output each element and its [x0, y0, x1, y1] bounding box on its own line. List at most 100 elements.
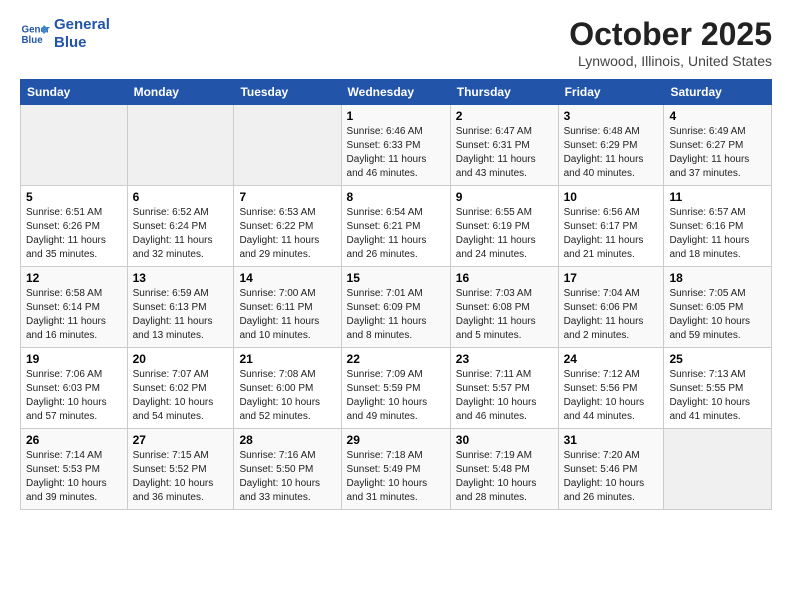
day-number: 25 [669, 352, 766, 366]
day-info: Sunrise: 7:18 AM Sunset: 5:49 PM Dayligh… [347, 449, 445, 505]
day-number: 7 [239, 190, 335, 204]
day-info: Sunrise: 6:47 AM Sunset: 6:31 PM Dayligh… [456, 125, 553, 181]
page-container: General Blue General Blue October 2025 L… [0, 0, 792, 526]
day-cell: 6 Sunrise: 6:52 AM Sunset: 6:24 PM Daylig… [127, 186, 234, 267]
day-info: Sunrise: 6:49 AM Sunset: 6:27 PM Dayligh… [669, 125, 766, 181]
day-number: 14 [239, 271, 335, 285]
day-info: Sunrise: 7:06 AM Sunset: 6:03 PM Dayligh… [26, 368, 122, 424]
day-cell [127, 105, 234, 186]
day-info: Sunrise: 6:57 AM Sunset: 6:16 PM Dayligh… [669, 206, 766, 262]
col-header-sunday: Sunday [21, 80, 128, 105]
day-cell: 25Sunrise: 7:13 AM Sunset: 5:55 PM Dayli… [664, 348, 772, 429]
day-cell: 1Sunrise: 6:46 AM Sunset: 6:33 PM Daylig… [341, 105, 450, 186]
day-info: Sunrise: 7:19 AM Sunset: 5:48 PM Dayligh… [456, 449, 553, 505]
week-row-5: 26Sunrise: 7:14 AM Sunset: 5:53 PM Dayli… [21, 429, 772, 510]
day-info: Sunrise: 6:56 AM Sunset: 6:17 PM Dayligh… [564, 206, 659, 262]
day-number: 19 [26, 352, 122, 366]
day-cell: 17 Sunrise: 7:04 AM Sunset: 6:06 PM Dayli… [558, 267, 664, 348]
day-info: Sunrise: 6:55 AM Sunset: 6:19 PM Dayligh… [456, 206, 553, 262]
day-cell: 3 Sunrise: 6:48 AM Sunset: 6:29 PM Daylig… [558, 105, 664, 186]
svg-text:Blue: Blue [22, 35, 44, 46]
day-number: 22 [347, 352, 445, 366]
day-info: Sunrise: 6:46 AM Sunset: 6:33 PM Dayligh… [347, 125, 445, 181]
day-cell: 22Sunrise: 7:09 AM Sunset: 5:59 PM Dayli… [341, 348, 450, 429]
day-cell: 14 Sunrise: 7:00 AM Sunset: 6:11 PM Dayli… [234, 267, 341, 348]
day-cell: 4 Sunrise: 6:49 AM Sunset: 6:27 PM Daylig… [664, 105, 772, 186]
day-number: 10 [564, 190, 659, 204]
day-cell: 26Sunrise: 7:14 AM Sunset: 5:53 PM Dayli… [21, 429, 128, 510]
col-header-thursday: Thursday [450, 80, 558, 105]
day-number: 8 [347, 190, 445, 204]
day-info: Sunrise: 7:11 AM Sunset: 5:57 PM Dayligh… [456, 368, 553, 424]
day-cell: 8Sunrise: 6:54 AM Sunset: 6:21 PM Daylig… [341, 186, 450, 267]
day-number: 26 [26, 433, 122, 447]
col-header-monday: Monday [127, 80, 234, 105]
day-number: 30 [456, 433, 553, 447]
day-cell: 27Sunrise: 7:15 AM Sunset: 5:52 PM Dayli… [127, 429, 234, 510]
day-cell: 21 Sunrise: 7:08 AM Sunset: 6:00 PM Dayli… [234, 348, 341, 429]
day-number: 3 [564, 109, 659, 123]
day-cell: 2 Sunrise: 6:47 AM Sunset: 6:31 PM Daylig… [450, 105, 558, 186]
col-header-wednesday: Wednesday [341, 80, 450, 105]
day-info: Sunrise: 7:12 AM Sunset: 5:56 PM Dayligh… [564, 368, 659, 424]
day-cell [21, 105, 128, 186]
day-number: 4 [669, 109, 766, 123]
day-cell: 12 Sunrise: 6:58 AM Sunset: 6:14 PM Dayli… [21, 267, 128, 348]
day-number: 9 [456, 190, 553, 204]
day-info: Sunrise: 6:51 AM Sunset: 6:26 PM Dayligh… [26, 206, 122, 262]
day-cell [234, 105, 341, 186]
day-cell: 20 Sunrise: 7:07 AM Sunset: 6:02 PM Dayli… [127, 348, 234, 429]
day-info: Sunrise: 6:58 AM Sunset: 6:14 PM Dayligh… [26, 287, 122, 343]
day-number: 12 [26, 271, 122, 285]
col-header-tuesday: Tuesday [234, 80, 341, 105]
day-number: 6 [133, 190, 229, 204]
day-number: 15 [347, 271, 445, 285]
day-number: 23 [456, 352, 553, 366]
day-info: Sunrise: 6:59 AM Sunset: 6:13 PM Dayligh… [133, 287, 229, 343]
day-info: Sunrise: 7:15 AM Sunset: 5:52 PM Dayligh… [133, 449, 229, 505]
day-info: Sunrise: 6:52 AM Sunset: 6:24 PM Dayligh… [133, 206, 229, 262]
day-info: Sunrise: 7:07 AM Sunset: 6:02 PM Dayligh… [133, 368, 229, 424]
day-cell: 13 Sunrise: 6:59 AM Sunset: 6:13 PM Dayli… [127, 267, 234, 348]
day-number: 20 [133, 352, 229, 366]
day-number: 21 [239, 352, 335, 366]
day-cell: 15 Sunrise: 7:01 AM Sunset: 6:09 PM Dayli… [341, 267, 450, 348]
day-info: Sunrise: 7:01 AM Sunset: 6:09 PM Dayligh… [347, 287, 445, 343]
day-cell: 18Sunrise: 7:05 AM Sunset: 6:05 PM Dayli… [664, 267, 772, 348]
month-title: October 2025 [569, 16, 772, 53]
title-block: October 2025 Lynwood, Illinois, United S… [569, 16, 772, 69]
day-cell: 19 Sunrise: 7:06 AM Sunset: 6:03 PM Dayli… [21, 348, 128, 429]
day-info: Sunrise: 7:04 AM Sunset: 6:06 PM Dayligh… [564, 287, 659, 343]
day-number: 16 [456, 271, 553, 285]
logo-text: General Blue [54, 16, 110, 52]
location: Lynwood, Illinois, United States [569, 53, 772, 69]
col-header-friday: Friday [558, 80, 664, 105]
day-cell: 5Sunrise: 6:51 AM Sunset: 6:26 PM Daylig… [21, 186, 128, 267]
day-cell [664, 429, 772, 510]
day-cell: 31 Sunrise: 7:20 AM Sunset: 5:46 PM Dayli… [558, 429, 664, 510]
day-cell: 9 Sunrise: 6:55 AM Sunset: 6:19 PM Daylig… [450, 186, 558, 267]
day-info: Sunrise: 6:53 AM Sunset: 6:22 PM Dayligh… [239, 206, 335, 262]
day-cell: 16 Sunrise: 7:03 AM Sunset: 6:08 PM Dayli… [450, 267, 558, 348]
day-number: 28 [239, 433, 335, 447]
day-number: 24 [564, 352, 659, 366]
day-info: Sunrise: 7:20 AM Sunset: 5:46 PM Dayligh… [564, 449, 659, 505]
day-cell: 7 Sunrise: 6:53 AM Sunset: 6:22 PM Daylig… [234, 186, 341, 267]
day-number: 2 [456, 109, 553, 123]
day-number: 17 [564, 271, 659, 285]
week-row-3: 12 Sunrise: 6:58 AM Sunset: 6:14 PM Dayli… [21, 267, 772, 348]
col-header-saturday: Saturday [664, 80, 772, 105]
day-info: Sunrise: 7:00 AM Sunset: 6:11 PM Dayligh… [239, 287, 335, 343]
day-info: Sunrise: 7:03 AM Sunset: 6:08 PM Dayligh… [456, 287, 553, 343]
day-number: 13 [133, 271, 229, 285]
day-cell: 30 Sunrise: 7:19 AM Sunset: 5:48 PM Dayli… [450, 429, 558, 510]
day-info: Sunrise: 6:48 AM Sunset: 6:29 PM Dayligh… [564, 125, 659, 181]
week-row-4: 19 Sunrise: 7:06 AM Sunset: 6:03 PM Dayli… [21, 348, 772, 429]
day-number: 31 [564, 433, 659, 447]
day-cell: 24 Sunrise: 7:12 AM Sunset: 5:56 PM Dayli… [558, 348, 664, 429]
day-info: Sunrise: 7:08 AM Sunset: 6:00 PM Dayligh… [239, 368, 335, 424]
header-row: SundayMondayTuesdayWednesdayThursdayFrid… [21, 80, 772, 105]
logo-icon: General Blue [20, 19, 50, 49]
day-cell: 28Sunrise: 7:16 AM Sunset: 5:50 PM Dayli… [234, 429, 341, 510]
day-info: Sunrise: 7:05 AM Sunset: 6:05 PM Dayligh… [669, 287, 766, 343]
